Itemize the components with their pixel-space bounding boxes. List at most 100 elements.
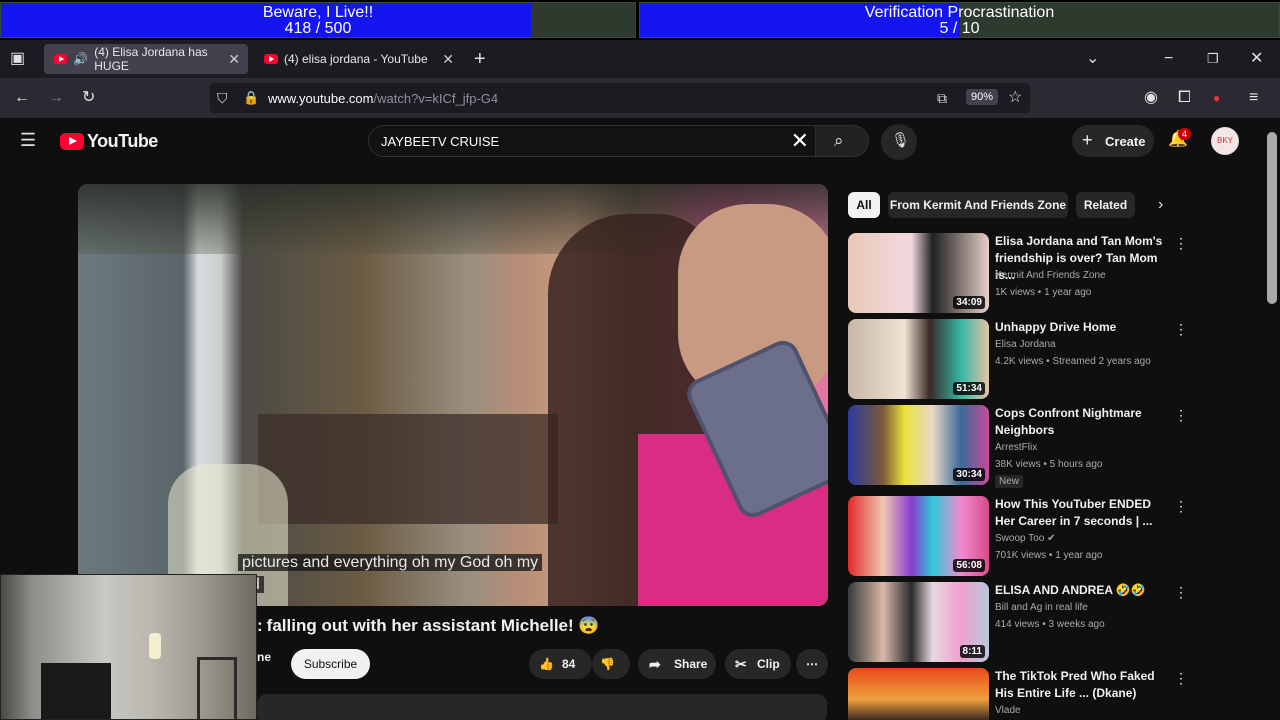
chips-next-chevron-icon[interactable]: › xyxy=(1158,197,1163,213)
picture-in-picture-icon[interactable]: ⧉ xyxy=(937,90,947,106)
thumbnail[interactable]: 8:11 xyxy=(848,582,989,662)
address-bar[interactable]: ⛉ 🔒 www.youtube.com/watch?v=kICf_jfp-G4 … xyxy=(210,83,1030,113)
recommendation-channel[interactable]: Vlade xyxy=(995,704,1021,718)
chip-related[interactable]: Related xyxy=(1076,192,1135,218)
recommendation-item[interactable]: 8:11 ELISA AND ANDREA 🤣🤣 Bill and Ag in … xyxy=(848,582,1188,662)
goal-2-count: 5 / 10 xyxy=(939,20,980,37)
recommendation-item[interactable]: 51:34 Unhappy Drive Home Elisa Jordana 4… xyxy=(848,319,1188,399)
account-icon[interactable]: ◉ xyxy=(1144,90,1158,106)
reload-icon[interactable]: ↻ xyxy=(82,90,95,106)
tab-elisa-jordana-youtube[interactable]: (4) elisa jordana - YouTube ✕ xyxy=(254,44,462,74)
tab-elisa-jordana-huge[interactable]: 🔊 (4) Elisa Jordana has HUGE ✕ xyxy=(44,44,248,74)
zoom-level[interactable]: 90% xyxy=(966,89,999,105)
youtube-page: ☰ YouTube JAYBEETV CRUISE ✕ ⌕ 🎙 + Create… xyxy=(0,118,1280,720)
goal-2-title: Verification Procrastination xyxy=(864,4,1055,21)
avatar[interactable]: BKY xyxy=(1211,127,1239,155)
recommendation-channel[interactable]: Kermit And Friends Zone xyxy=(995,269,1106,283)
recommendation-title[interactable]: Cops Confront Nightmare Neighbors xyxy=(995,405,1173,439)
chip-from-kermit[interactable]: From Kermit And Friends Zone xyxy=(888,192,1068,218)
close-tab-icon[interactable]: ✕ xyxy=(442,51,454,68)
shield-icon[interactable]: ⛉ xyxy=(217,90,228,106)
recommendation-channel[interactable]: Bill and Ag in real life xyxy=(995,601,1088,615)
tab-label: (4) Elisa Jordana has HUGE xyxy=(94,45,208,73)
new-tab-icon[interactable]: + xyxy=(474,49,486,69)
recommendation-meta: 4.2K views • Streamed 2 years ago xyxy=(995,356,1151,367)
search-input[interactable]: JAYBEETV CRUISE ✕ xyxy=(368,125,816,157)
extension-pin-icon[interactable]: ● xyxy=(1213,90,1220,106)
recommendation-item[interactable]: 56:08 How This YouTuber ENDED Her Career… xyxy=(848,496,1188,576)
list-tabs-chevron-icon[interactable]: ⌄ xyxy=(1086,51,1099,67)
thumbnail[interactable]: 30:34 xyxy=(848,405,989,485)
search-button[interactable]: ⌕ xyxy=(815,125,869,157)
clear-search-icon[interactable]: ✕ xyxy=(791,130,809,152)
more-vertical-icon[interactable]: ⋮ xyxy=(1174,235,1188,252)
create-button[interactable]: + Create xyxy=(1072,125,1154,157)
scissors-icon: ✂ xyxy=(735,656,747,672)
description-box[interactable] xyxy=(257,694,827,720)
thumbs-up-icon: 👍 xyxy=(539,657,554,671)
recommendation-title[interactable]: The TikTok Pred Who Faked His Entire Lif… xyxy=(995,668,1173,702)
microphone-icon: 🎙 xyxy=(891,132,911,149)
stream-goal-overlay: Beware, I Live!! 418 / 500 Verification … xyxy=(0,0,1280,40)
thumbnail[interactable]: 56:08 xyxy=(848,496,989,576)
chip-all[interactable]: All xyxy=(848,192,880,218)
recommendation-channel[interactable]: Swoop Too ✔ xyxy=(995,532,1055,546)
recommendation-item[interactable]: 34:09 Elisa Jordana and Tan Mom's friend… xyxy=(848,233,1188,313)
search-icon: ⌕ xyxy=(834,131,844,150)
youtube-play-icon xyxy=(60,133,84,150)
dislike-button[interactable]: 👎 xyxy=(592,649,630,679)
menu-icon[interactable]: ≡ xyxy=(1249,90,1258,106)
more-vertical-icon[interactable]: ⋮ xyxy=(1174,498,1188,515)
caption-line-1: pictures and everything oh my God oh my xyxy=(238,554,543,571)
guide-menu-icon[interactable]: ☰ xyxy=(20,131,36,149)
goal-bar-2: Verification Procrastination 5 / 10 xyxy=(639,2,1280,38)
url-text[interactable]: www.youtube.com/watch?v=kICf_jfp-G4 xyxy=(268,91,498,106)
back-icon[interactable]: ← xyxy=(14,90,30,106)
recommendation-title[interactable]: How This YouTuber ENDED Her Career in 7 … xyxy=(995,496,1173,530)
more-vertical-icon[interactable]: ⋮ xyxy=(1174,584,1188,601)
thumbnail[interactable]: 34:09 xyxy=(848,233,989,313)
recommendation-meta: 38K views • 5 hours ago xyxy=(995,459,1103,470)
recommendation-meta: 414 views • 3 weeks ago xyxy=(995,619,1105,630)
recommendation-title[interactable]: Unhappy Drive Home xyxy=(995,319,1173,336)
bookmark-star-icon[interactable]: ☆ xyxy=(1008,90,1022,106)
extensions-icon[interactable]: ⧠ xyxy=(1178,90,1191,106)
youtube-logo[interactable]: YouTube xyxy=(60,131,158,152)
restore-icon[interactable]: ❐ xyxy=(1207,51,1219,67)
more-vertical-icon[interactable]: ⋮ xyxy=(1174,321,1188,338)
tab-overview-icon[interactable]: ▣ xyxy=(10,51,25,67)
thumbnail[interactable]: 51:34 xyxy=(848,319,989,399)
recommendation-channel[interactable]: ArrestFlix xyxy=(995,441,1037,455)
more-vertical-icon[interactable]: ⋮ xyxy=(1174,407,1188,424)
browser-tab-strip: ▣ 🔊 (4) Elisa Jordana has HUGE ✕ (4) eli… xyxy=(0,40,1280,78)
forward-icon[interactable]: → xyxy=(48,90,64,106)
tab-label: (4) elisa jordana - YouTube xyxy=(284,52,428,66)
video-player[interactable] xyxy=(78,184,828,606)
recommendation-title[interactable]: ELISA AND ANDREA 🤣🤣 xyxy=(995,582,1173,599)
speaker-icon[interactable]: 🔊 xyxy=(73,52,88,66)
page-scrollbar[interactable] xyxy=(1264,118,1280,720)
recommendation-item[interactable]: 30:34 Cops Confront Nightmare Neighbors … xyxy=(848,405,1188,488)
more-actions-button[interactable]: ⋯ xyxy=(796,649,828,679)
clip-button[interactable]: ✂ Clip xyxy=(725,649,791,679)
minimize-icon[interactable]: − xyxy=(1164,51,1173,67)
close-tab-icon[interactable]: ✕ xyxy=(228,51,240,68)
recommendation-channel[interactable]: Elisa Jordana xyxy=(995,338,1056,352)
notification-count-badge: 4 xyxy=(1178,128,1192,140)
new-badge: New xyxy=(995,475,1024,488)
webcam-overlay xyxy=(0,574,257,720)
thumbs-down-icon: 👎 xyxy=(600,657,615,671)
thumbnail[interactable] xyxy=(848,668,989,720)
more-vertical-icon[interactable]: ⋮ xyxy=(1174,670,1188,687)
goal-1-title: Beware, I Live!! xyxy=(262,4,374,21)
subscribe-button[interactable]: Subscribe xyxy=(291,649,370,679)
close-window-icon[interactable]: ✕ xyxy=(1250,51,1263,67)
channel-name[interactable]: ne xyxy=(257,650,271,664)
goal-1-count: 418 / 500 xyxy=(284,20,352,37)
lock-icon[interactable]: 🔒 xyxy=(243,90,259,106)
recommendation-item[interactable]: The TikTok Pred Who Faked His Entire Lif… xyxy=(848,668,1188,720)
voice-search-button[interactable]: 🎙 xyxy=(881,124,917,160)
share-button[interactable]: ➦ Share xyxy=(638,649,716,679)
like-button[interactable]: 👍 84 xyxy=(529,649,592,679)
scrollbar-thumb[interactable] xyxy=(1267,132,1277,304)
